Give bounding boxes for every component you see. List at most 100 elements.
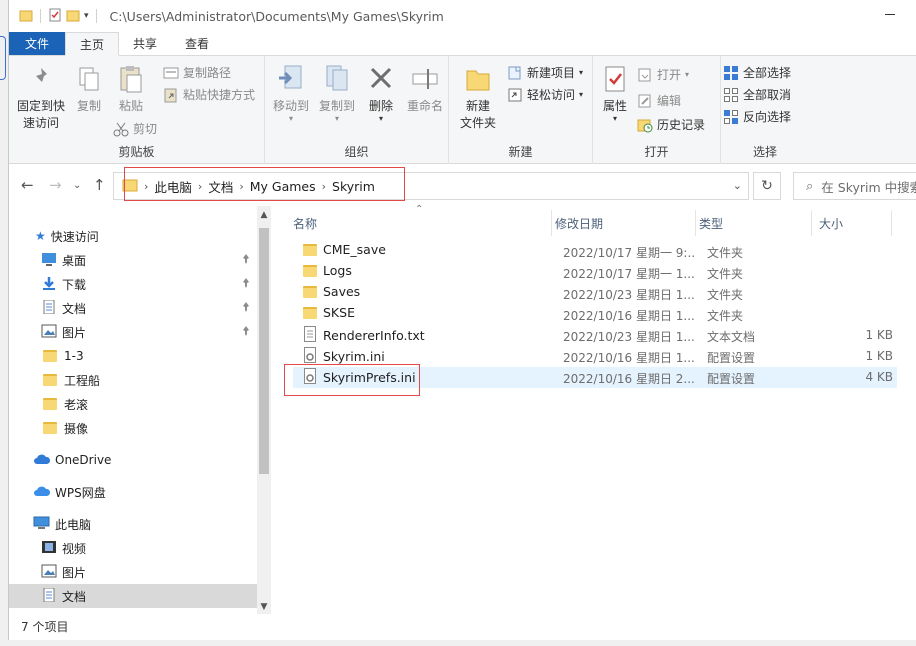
rename-button[interactable]: 重命名	[405, 62, 445, 115]
pin-icon[interactable]	[241, 301, 251, 316]
open-button[interactable]: 打开 ▾	[637, 66, 689, 83]
column-divider[interactable]	[891, 210, 892, 236]
cut-label: 剪切	[133, 122, 158, 136]
text-file-icon	[303, 326, 317, 345]
nav-item-pictures-pc[interactable]: 图片	[9, 560, 257, 584]
forward-arrow-icon[interactable]: →	[49, 176, 62, 194]
file-row-skse[interactable]: SKSE 2022/10/16 星期日 1... 文件夹	[293, 304, 897, 325]
nav-item-desktop[interactable]: 桌面	[9, 248, 257, 272]
nav-item-documents-pc[interactable]: 文档	[9, 584, 257, 608]
file-date: 2022/10/16 星期日 1...	[563, 351, 695, 365]
select-all-icon	[723, 65, 739, 81]
new-item-label: 新建项目	[527, 66, 576, 80]
nav-item-folder-camera[interactable]: 摄像	[9, 416, 257, 440]
file-name: Skyrim.ini	[323, 349, 385, 364]
nav-item-folder-skyrim[interactable]: 老滚	[9, 392, 257, 416]
nav-item-this-pc[interactable]: 此电脑	[9, 512, 257, 536]
nav-item-documents[interactable]: 文档	[9, 296, 257, 320]
nav-pane-scrollbar[interactable]: ▲ ▼	[257, 206, 271, 614]
nav-item-label: 桌面	[62, 253, 87, 268]
copy-button[interactable]: 复制	[71, 62, 107, 115]
column-divider[interactable]	[551, 210, 552, 236]
move-to-dropdown-icon: ▾	[288, 114, 293, 123]
tab-home[interactable]: 主页	[65, 32, 120, 56]
nav-item-pictures[interactable]: 图片	[9, 320, 257, 344]
select-all-button[interactable]: 全部选择	[723, 64, 791, 81]
move-to-icon	[275, 62, 307, 96]
open-group: 属性 ▾ 打开 ▾ 编辑 历史记录 打开	[593, 56, 721, 164]
nav-item-quick-access[interactable]: ★ 快速访问	[9, 224, 257, 248]
customize-toolbar-icon[interactable]: ▾	[84, 11, 89, 21]
invert-selection-button[interactable]: 反向选择	[723, 108, 791, 125]
file-row-saves[interactable]: Saves 2022/10/23 星期日 1... 文件夹	[293, 283, 897, 304]
organize-group-label: 组织	[344, 145, 369, 159]
search-placeholder: 在 Skyrim 中搜索	[821, 179, 916, 195]
highlight-box-address	[124, 167, 405, 201]
nav-item-label: 1-3	[64, 349, 84, 363]
new-folder-button[interactable]: 新建 文件夹	[455, 62, 501, 132]
scroll-up-icon[interactable]: ▲	[257, 210, 271, 220]
new-folder-label: 新建 文件夹	[459, 99, 496, 130]
nav-item-label: 摄像	[64, 421, 89, 436]
pin-icon[interactable]	[241, 277, 251, 292]
properties-icon	[599, 62, 631, 96]
left-edge-strip	[0, 0, 8, 646]
nav-item-onedrive[interactable]: OneDrive	[9, 448, 257, 472]
file-row-logs[interactable]: Logs 2022/10/17 星期一 1... 文件夹	[293, 262, 897, 283]
nav-item-folder-engineering-ship[interactable]: 工程船	[9, 368, 257, 392]
properties-button[interactable]: 属性 ▾	[599, 62, 631, 123]
scroll-down-icon[interactable]: ▼	[257, 602, 271, 612]
nav-item-label: 下载	[62, 277, 87, 292]
paste-button[interactable]: 粘贴	[113, 62, 149, 115]
cut-button[interactable]: 剪切	[113, 120, 157, 137]
tab-share[interactable]: 共享	[119, 32, 171, 55]
column-header-name[interactable]: 名称	[293, 212, 547, 234]
pin-icon[interactable]	[241, 325, 251, 340]
file-date: 2022/10/17 星期一 9:...	[563, 246, 695, 260]
new-folder-small-icon[interactable]	[66, 8, 80, 25]
move-to-button[interactable]: 移动到 ▾	[271, 62, 311, 123]
pin-icon[interactable]	[241, 253, 251, 268]
new-item-button[interactable]: 新建项目 ▾	[507, 64, 583, 81]
copy-to-button[interactable]: 复制到 ▾	[317, 62, 357, 123]
paste-shortcut-button[interactable]: 粘贴快捷方式	[163, 86, 255, 103]
pin-to-quick-access-button[interactable]: 固定到快 速访问	[15, 62, 67, 132]
copy-to-dropdown-icon: ▾	[334, 114, 339, 123]
nav-item-label: WPS网盘	[55, 485, 106, 500]
tab-view[interactable]: 查看	[171, 32, 223, 55]
recent-locations-icon[interactable]: ⌄	[73, 180, 81, 191]
column-header-date[interactable]: 修改日期	[555, 212, 691, 234]
file-row-rendererinfo[interactable]: RendererInfo.txt 2022/10/23 星期日 1... 文本文…	[293, 325, 897, 346]
column-header-size[interactable]: 大小	[819, 212, 889, 234]
delete-button[interactable]: 删除 ▾	[363, 62, 399, 123]
easy-access-label: 轻松访问	[527, 88, 576, 102]
up-arrow-icon[interactable]: ↑	[93, 176, 106, 194]
nav-item-downloads[interactable]: 下载	[9, 272, 257, 296]
nav-item-folder-1-3[interactable]: 1-3	[9, 344, 257, 368]
column-header-type[interactable]: 类型	[699, 212, 809, 234]
nav-item-wps-drive[interactable]: WPS网盘	[9, 480, 257, 504]
search-input[interactable]: ⌕ 在 Skyrim 中搜索	[793, 172, 916, 200]
file-row-cme-save[interactable]: CME_save 2022/10/17 星期一 9:... 文件夹	[293, 241, 897, 262]
select-none-button[interactable]: 全部取消	[723, 86, 791, 103]
column-divider[interactable]	[811, 210, 812, 236]
minimize-button[interactable]	[885, 14, 895, 15]
easy-access-button[interactable]: 轻松访问 ▾	[507, 86, 583, 103]
copy-label: 复制	[76, 99, 101, 113]
column-divider[interactable]	[695, 210, 696, 236]
history-button[interactable]: 历史记录	[637, 116, 705, 133]
properties-small-icon[interactable]	[48, 8, 62, 25]
scrollbar-thumb[interactable]	[259, 228, 269, 474]
nav-item-videos[interactable]: 视频	[9, 536, 257, 560]
edit-button[interactable]: 编辑	[637, 92, 681, 109]
nav-item-label: 文档	[62, 301, 87, 316]
new-folder-icon	[462, 62, 494, 96]
address-dropdown-icon[interactable]: ⌄	[733, 179, 742, 192]
tab-file[interactable]: 文件	[9, 32, 65, 55]
copy-path-button[interactable]: 复制路径	[163, 64, 231, 81]
star-icon: ★	[35, 229, 46, 243]
back-arrow-icon[interactable]: ←	[21, 176, 34, 194]
refresh-button[interactable]: ↻	[753, 172, 781, 200]
clipboard-group-label: 剪贴板	[118, 145, 155, 159]
open-dropdown-icon: ▾	[685, 70, 690, 79]
